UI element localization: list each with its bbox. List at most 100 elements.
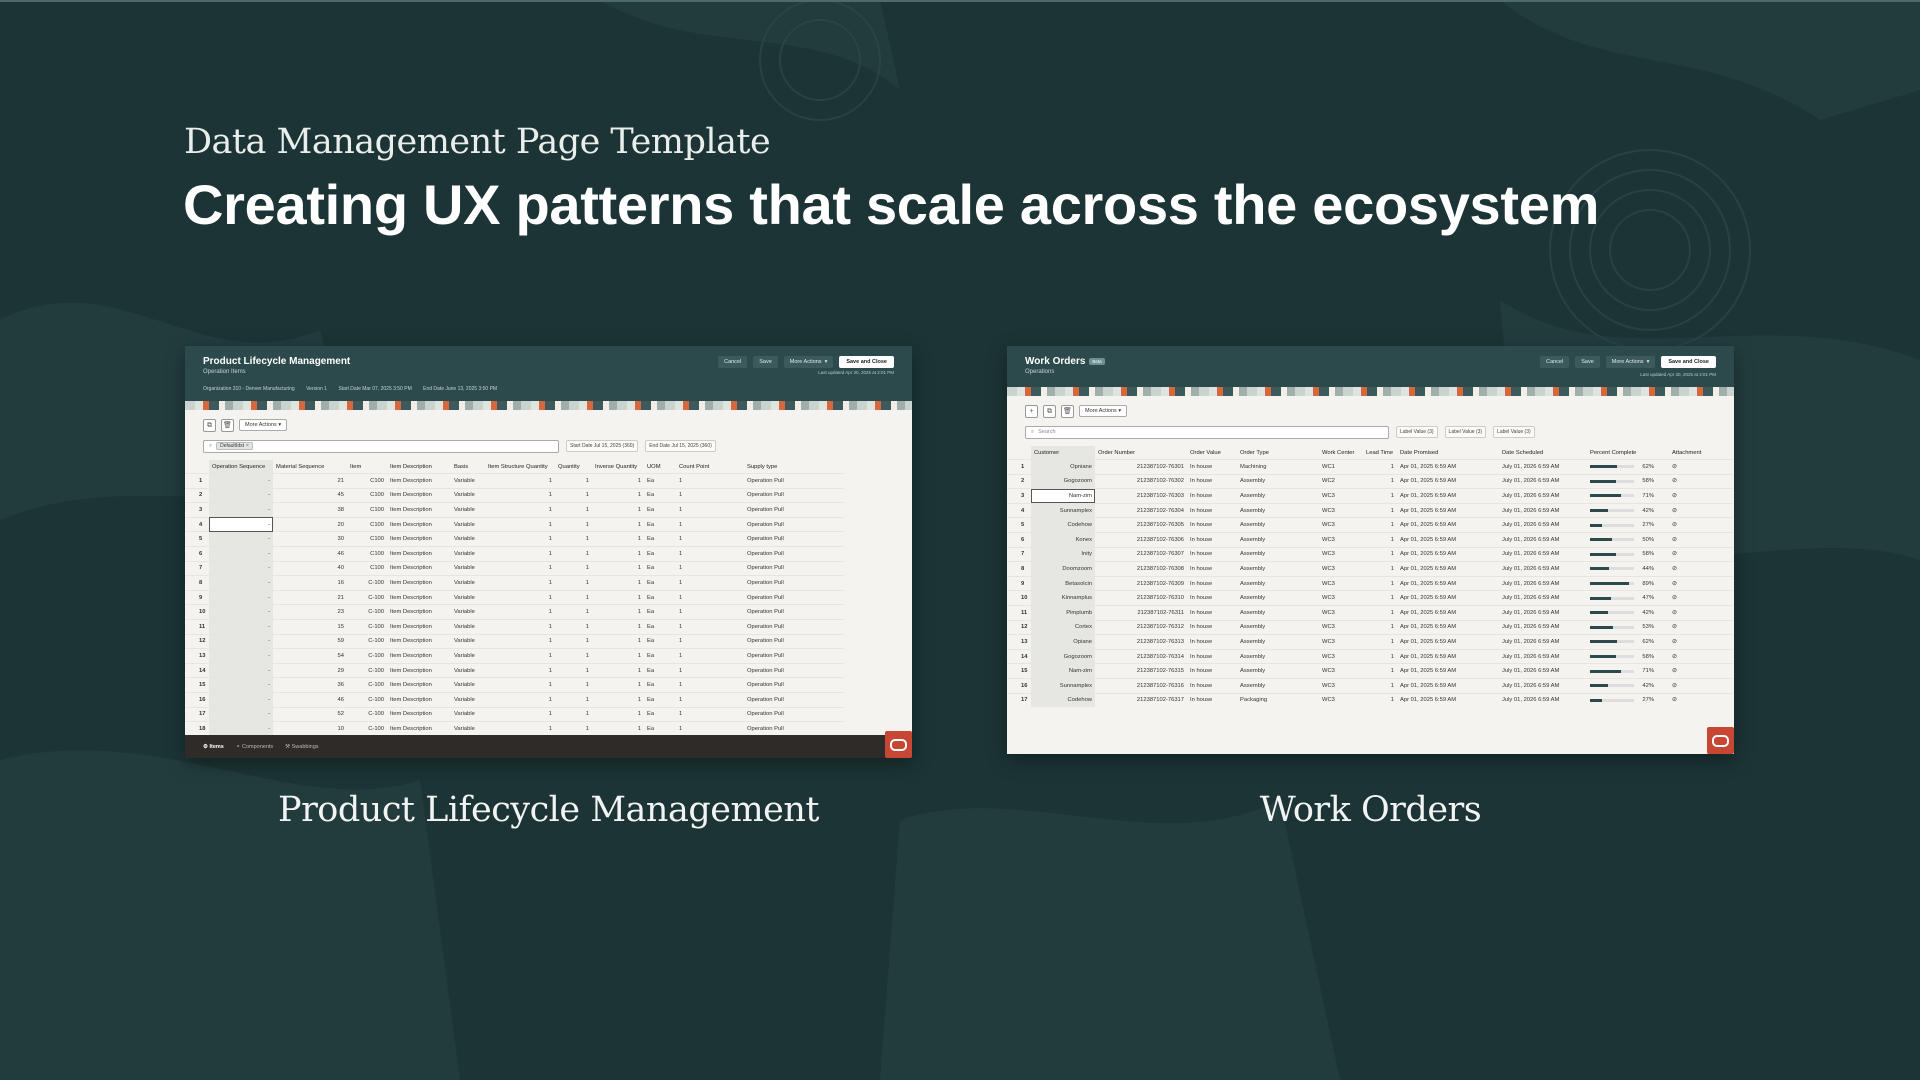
oracle-assistant-button[interactable] [1707,727,1734,754]
table-cell[interactable]: In house [1187,663,1237,679]
table-cell[interactable]: Ea [644,473,676,489]
trash-icon[interactable]: 🗑 [1061,404,1074,418]
table-cell[interactable]: 212387102-76316 [1095,677,1187,693]
table-cell[interactable]: Operation Pull [744,589,844,605]
table-cell[interactable]: Nam-zim [1031,488,1095,504]
table-cell[interactable]: 1 [1363,604,1397,621]
table-cell[interactable]: WC3 [1319,561,1363,577]
table-cell[interactable]: 212387102-76304 [1095,502,1187,518]
attachment-cell[interactable]: ⊘ [1669,531,1733,548]
attachment-icon[interactable]: ⊘ [1672,654,1677,660]
wo-col-header[interactable]: Percent Complete [1587,446,1669,460]
attachment-icon[interactable]: ⊘ [1672,478,1677,484]
table-cell[interactable]: 1 [676,560,744,576]
table-cell[interactable]: 1 [592,516,644,532]
table-row[interactable]: 10-23 C-100 Item Description Variable 1 1 1 Ea 1… [185,604,844,620]
table-cell[interactable]: 52 [273,706,347,722]
table-row[interactable]: 17 Codehow 212387102-76317 In house Packagin… [1007,692,1733,708]
plm-search-input[interactable]: ⌕ DefaultIdst × [203,439,559,453]
table-cell[interactable]: 1 [592,633,644,649]
table-cell[interactable]: Variable [451,648,485,664]
table-cell[interactable]: Operation Pull [744,560,844,576]
table-cell[interactable]: 1 [592,545,644,562]
table-row[interactable]: 8-16 C-100 Item Description Variable 1 1 1 Ea 1 O… [185,575,844,591]
table-cell[interactable]: 1 [1363,677,1397,693]
table-cell[interactable]: Apr 01, 2025 6:59 AM [1397,502,1499,518]
table-cell[interactable]: C100 [347,502,387,518]
table-cell[interactable]: 212387102-76310 [1095,590,1187,606]
attachment-icon[interactable]: ⊘ [1672,493,1677,499]
table-cell[interactable]: C100 [347,473,387,489]
table-cell[interactable]: 1 [676,545,744,562]
table-row[interactable]: 14 Gogozoom 212387102-76314 In house Assembl… [1007,648,1733,664]
table-row[interactable]: 1 Opniane 212387102-76301 In house Machining… [1007,459,1733,475]
attachment-cell[interactable]: ⊘ [1669,648,1733,664]
table-cell[interactable]: 212387102-76313 [1095,634,1187,650]
table-cell[interactable]: 46 [273,545,347,562]
table-cell[interactable]: Apr 01, 2025 6:59 AM [1397,473,1499,489]
table-cell[interactable]: 1 [485,648,555,664]
table-cell[interactable]: Variable [451,575,485,591]
attachment-cell[interactable]: ⊘ [1669,517,1733,533]
attachment-cell[interactable]: ⊘ [1669,619,1733,635]
wo-save-close-button[interactable]: Save and Close [1661,356,1716,368]
table-cell[interactable]: 59 [273,633,347,649]
table-cell[interactable]: Apr 01, 2025 6:59 AM [1397,619,1499,635]
table-cell[interactable]: Ea [644,721,676,737]
table-cell[interactable]: Ea [644,618,676,635]
add-icon[interactable]: + [1025,404,1038,418]
table-cell[interactable]: Operation Pull [744,575,844,591]
table-cell[interactable]: July 01, 2026 6:59 AM [1499,561,1587,577]
table-cell[interactable]: 1 [1363,459,1397,475]
table-cell[interactable]: Assembly [1237,531,1319,548]
table-cell[interactable]: In house [1187,473,1237,489]
wo-col-header[interactable]: Order Type [1237,446,1319,460]
attachment-icon[interactable]: ⊘ [1672,537,1677,543]
table-cell[interactable]: 1 [555,560,592,576]
table-cell[interactable]: Ea [644,648,676,664]
table-row[interactable]: 15-36 C-100 Item Description Variable 1 1 1 Ea 1… [185,677,844,693]
table-cell[interactable]: Ea [644,589,676,605]
table-cell[interactable]: Operation Pull [744,706,844,722]
table-cell[interactable]: Apr 01, 2025 6:59 AM [1397,546,1499,562]
table-cell[interactable]: 1 [485,473,555,489]
table-cell[interactable]: C-100 [347,575,387,591]
table-cell[interactable]: WC2 [1319,473,1363,489]
table-cell[interactable]: Assembly [1237,619,1319,635]
table-cell[interactable]: 38 [273,502,347,518]
table-cell[interactable]: WC3 [1319,634,1363,650]
table-cell[interactable]: WC1 [1319,459,1363,475]
table-cell[interactable]: Apr 01, 2025 6:59 AM [1397,677,1499,693]
table-cell[interactable]: Apr 01, 2025 6:59 AM [1397,634,1499,650]
table-cell[interactable]: Apr 01, 2025 6:59 AM [1397,604,1499,621]
table-cell[interactable]: 1 [1363,648,1397,664]
table-cell[interactable]: 212387102-76307 [1095,546,1187,562]
table-cell[interactable]: 16 [273,575,347,591]
table-cell[interactable]: Pimplumb [1031,604,1095,621]
plm-col-header[interactable]: Inverse Quantity [592,460,644,474]
table-cell[interactable]: 45 [273,487,347,503]
table-cell[interactable]: 1 [1363,517,1397,533]
table-cell[interactable]: 1 [676,706,744,722]
table-cell[interactable]: Item Description [387,531,451,547]
table-cell[interactable]: Ea [644,545,676,562]
table-cell[interactable]: July 01, 2026 6:59 AM [1499,531,1587,548]
plm-col-header[interactable]: UOM [644,460,676,474]
table-cell[interactable]: 1 [485,633,555,649]
table-cell[interactable]: Item Description [387,604,451,620]
table-cell[interactable]: July 01, 2026 6:59 AM [1499,575,1587,591]
table-cell[interactable]: Assembly [1237,502,1319,518]
attachment-cell[interactable]: ⊘ [1669,502,1733,518]
wo-col-header[interactable]: Date Promised [1397,446,1499,460]
table-cell[interactable]: In house [1187,561,1237,577]
table-cell[interactable]: July 01, 2026 6:59 AM [1499,517,1587,533]
table-cell[interactable]: Ea [644,691,676,707]
table-cell[interactable]: 212387102-76308 [1095,561,1187,577]
table-cell[interactable]: Apr 01, 2025 6:59 AM [1397,531,1499,548]
table-cell[interactable]: Assembly [1237,488,1319,504]
table-cell[interactable]: C-100 [347,648,387,664]
table-cell[interactable]: 1 [485,531,555,547]
table-cell[interactable]: Doomzoom [1031,561,1095,577]
table-row[interactable]: 10 Kinnamplus 212387102-76310 In house Assem… [1007,590,1733,606]
attachment-cell[interactable]: ⊘ [1669,663,1733,679]
